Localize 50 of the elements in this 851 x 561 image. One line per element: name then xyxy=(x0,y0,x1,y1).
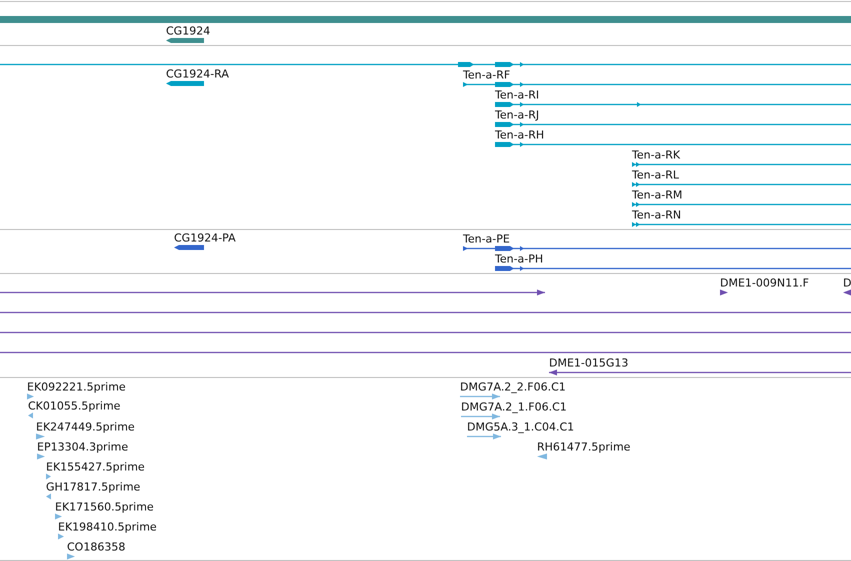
feature-label: D xyxy=(843,276,851,290)
gene-glyph[interactable] xyxy=(174,245,204,250)
transcript-glyph[interactable] xyxy=(632,202,851,207)
feature-line[interactable] xyxy=(0,332,851,334)
feature-label: Ten-a-RL xyxy=(632,168,680,182)
feature-label: Ten-a-PH xyxy=(495,252,544,266)
feature-label: DME1-009N11.F xyxy=(720,276,809,290)
gene-glyph[interactable] xyxy=(166,38,204,43)
feature-label: EP13304.3prime xyxy=(37,440,128,454)
feature-label: CO186358 xyxy=(67,540,126,554)
feature-label: EK092221.5prime xyxy=(27,380,126,394)
read-glyph[interactable] xyxy=(843,290,851,296)
transcript-glyph[interactable] xyxy=(495,102,851,107)
feature-line[interactable] xyxy=(0,312,851,314)
feature-label: Ten-a-RH xyxy=(495,128,544,142)
feature-label: Ten-a-RI xyxy=(495,88,540,102)
gene-glyph[interactable] xyxy=(166,81,204,86)
feature-label: GH17817.5prime xyxy=(46,480,140,494)
feature-label: CK01055.5prime xyxy=(28,400,120,412)
feature-label: Ten-a-RJ xyxy=(495,108,540,122)
feature-label: RH61477.5prime xyxy=(537,440,630,454)
transcript-glyph[interactable] xyxy=(463,82,851,87)
transcript-glyph[interactable] xyxy=(632,182,851,187)
feature-label: DMG7A.2_1.F06.C1 xyxy=(461,400,567,414)
transcript-glyph[interactable] xyxy=(495,142,851,147)
feature-label: EK171560.5prime xyxy=(55,500,154,514)
feature-label: EK155427.5prime xyxy=(46,460,145,474)
transcript-glyph[interactable] xyxy=(495,122,851,127)
feature-label: Ten-a-PE xyxy=(463,232,510,246)
transcript-glyph[interactable] xyxy=(632,162,851,167)
feature-label: EK247449.5prime xyxy=(36,420,135,434)
transcript-glyph[interactable] xyxy=(632,222,851,227)
feature-label: CG1924-RA xyxy=(166,68,229,80)
span-glyph[interactable] xyxy=(0,290,545,296)
feature-label: DMG7A.2_2.F06.C1 xyxy=(460,380,566,394)
feature-label: CG1924-PA xyxy=(174,232,236,244)
feature-label: CG1924 xyxy=(166,24,210,38)
feature-label: DME1-015G13 xyxy=(549,356,628,370)
feature-label: EK198410.5prime xyxy=(58,520,157,534)
feature-line[interactable] xyxy=(0,352,851,354)
feature-label: Ten-a-RK xyxy=(632,148,680,162)
transcript-glyph[interactable] xyxy=(463,246,851,251)
feature-label: Ten-a-RM xyxy=(632,188,682,202)
feature-label: DMG5A.3_1.C04.C1 xyxy=(467,420,574,434)
feature-label: Ten-a-RN xyxy=(632,208,682,222)
read-glyph[interactable] xyxy=(720,290,728,296)
transcript-glyph[interactable] xyxy=(495,266,851,271)
span-glyph[interactable] xyxy=(549,370,851,376)
feature-label: Ten-a-RF xyxy=(463,68,510,82)
transcript-glyph[interactable] xyxy=(0,62,851,67)
